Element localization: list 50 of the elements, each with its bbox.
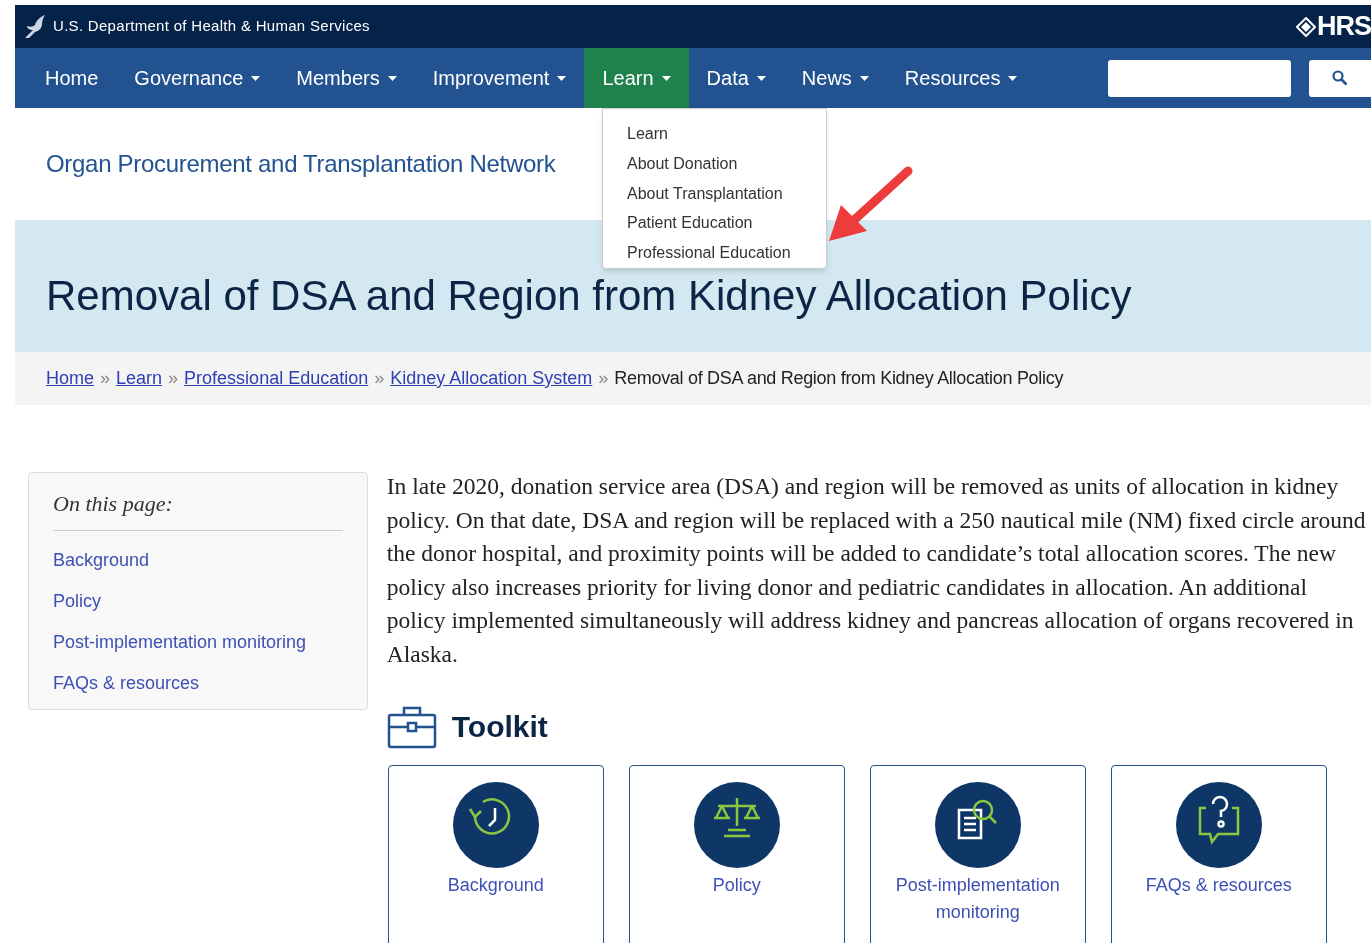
- toolkit-card[interactable]: Policy: [628, 765, 845, 943]
- nav-item[interactable]: Data: [688, 48, 784, 108]
- on-page-link[interactable]: Background: [53, 548, 343, 572]
- document-icon: [934, 782, 1021, 868]
- toolkit-heading: Toolkit: [451, 709, 548, 745]
- breadcrumb-link[interactable]: Home: [46, 365, 94, 392]
- breadcrumb-current: Removal of DSA and Region from Kidney Allocation Policy: [614, 367, 1064, 390]
- breadcrumb-link[interactable]: Professional Education: [184, 365, 369, 392]
- card-label: Background: [446, 874, 545, 897]
- dropdown-item[interactable]: About Transplantation: [627, 178, 826, 209]
- nav-item[interactable]: News: [783, 48, 887, 108]
- card-label: Policy: [711, 874, 762, 897]
- search-icon: [1332, 70, 1348, 86]
- search-field[interactable]: [1108, 59, 1291, 97]
- dropdown-item[interactable]: Professional Education: [627, 238, 826, 268]
- breadcrumb-link[interactable]: Kidney Allocation System: [390, 365, 593, 392]
- breadcrumb-separator: »: [598, 367, 609, 390]
- card-label: Post-implementation monitoring: [894, 874, 1061, 924]
- on-page-link[interactable]: Policy: [53, 589, 343, 613]
- nav-item[interactable]: Resources: [886, 48, 1036, 108]
- on-page-link[interactable]: FAQs & resources: [53, 671, 343, 695]
- scales-icon: [693, 782, 780, 868]
- dropdown-item[interactable]: Patient Education: [627, 208, 826, 239]
- agency-logo: HRS: [1296, 13, 1371, 40]
- toolkit-card[interactable]: Background: [387, 765, 604, 943]
- breadcrumb-link[interactable]: Learn: [116, 365, 163, 392]
- site-name[interactable]: Organ Procurement and Transplantation Network: [46, 146, 556, 182]
- nav-item[interactable]: Governance: [116, 48, 279, 108]
- breadcrumb-separator: »: [168, 367, 179, 390]
- breadcrumb-separator: »: [100, 367, 111, 390]
- card-label: FAQs & resources: [1144, 874, 1293, 897]
- on-page-link[interactable]: Post-implementation monitoring: [53, 630, 343, 654]
- page-title: Removal of DSA and Region from Kidney Allocation Policy: [46, 275, 1132, 317]
- dropdown-item[interactable]: Learn: [627, 119, 826, 149]
- nav-item[interactable]: Home: [27, 48, 117, 108]
- nav-item[interactable]: Members: [278, 48, 415, 108]
- breadcrumb-separator: »: [374, 367, 385, 390]
- agency-title: U.S. Department of Health & Human Services: [53, 16, 370, 37]
- toolbox-icon: [386, 704, 437, 749]
- nav-item[interactable]: Improvement: [414, 48, 585, 108]
- toolkit-card[interactable]: Post-implementation monitoring: [869, 765, 1086, 943]
- clock-icon: [452, 782, 539, 868]
- dropdown-item[interactable]: About Donation: [627, 148, 826, 179]
- nav-item[interactable]: Learn: [584, 48, 689, 108]
- question-icon: [1175, 782, 1262, 868]
- search-button[interactable]: [1309, 59, 1371, 97]
- toolkit-card[interactable]: FAQs & resources: [1110, 765, 1327, 943]
- eagle-logo-icon: [23, 13, 47, 40]
- intro-paragraph: In late 2020, donation service area (DSA) and region will be removed as units of allocation in kidney policy. On that date, DSA and region will be replaced with a 250 nautical mile (NM) fixed circle around the donor hospital, and proximity points will be added to candidate’s total allocation scores. The new policy also increases priority for living donor and pediatric candidates in allocation. An additional policy implemented simultaneously will address kidney and pancreas allocation of organs recovered in Alaska.: [386, 472, 1367, 669]
- panel-heading: On this page:: [53, 487, 343, 531]
